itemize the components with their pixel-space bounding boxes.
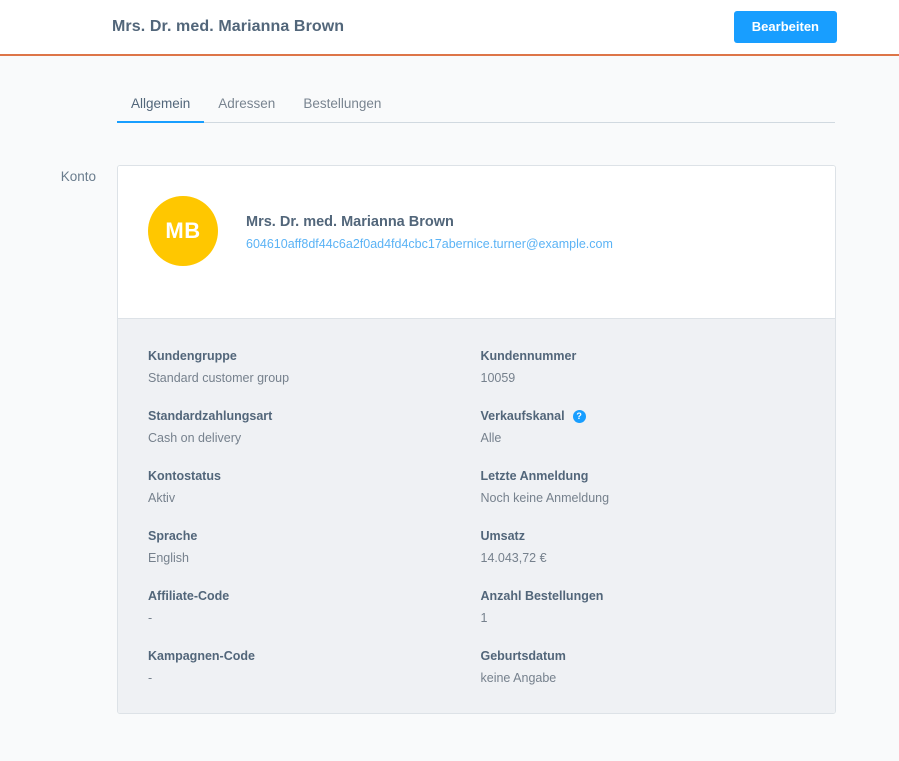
tab-bar: Allgemein Adressen Bestellungen <box>117 96 835 123</box>
customer-name: Mrs. Dr. med. Marianna Brown <box>246 214 454 230</box>
field-letzte-anmeldung: Letzte Anmeldung Noch keine Anmeldung <box>481 469 806 529</box>
customer-email-link[interactable]: 604610aff8df44c6a2f0ad4fd4cbc17abernice.… <box>246 237 613 251</box>
tab-adressen[interactable]: Adressen <box>204 96 289 122</box>
page-header: Mrs. Dr. med. Marianna Brown Bearbeiten <box>0 0 899 56</box>
tab-bestellungen[interactable]: Bestellungen <box>289 96 395 122</box>
field-anzahl-bestellungen: Anzahl Bestellungen 1 <box>481 589 806 649</box>
account-details-grid: Kundengruppe Standard customer group Kun… <box>118 319 835 713</box>
tabs-container: Allgemein Adressen Bestellungen <box>0 56 899 123</box>
field-value-kampagnen-code: - <box>148 671 153 685</box>
field-label-affiliate-code: Affiliate-Code <box>148 589 230 603</box>
section-label-konto: Konto <box>60 169 96 184</box>
field-label-geburtsdatum: Geburtsdatum <box>480 649 566 663</box>
field-label-kundennummer: Kundennummer <box>480 349 577 363</box>
field-value-affiliate-code: - <box>148 611 153 625</box>
account-section: Konto MB Mrs. Dr. med. Marianna Brown 60… <box>0 123 899 714</box>
field-label-kontostatus: Kontostatus <box>148 469 221 483</box>
edit-button[interactable]: Bearbeiten <box>733 11 837 43</box>
field-label-standardzahlungsart: Standardzahlungsart <box>148 409 273 423</box>
field-kundennummer: Kundennummer 10059 <box>481 349 806 409</box>
account-card-header: MB Mrs. Dr. med. Marianna Brown 604610af… <box>118 166 835 319</box>
field-value-standardzahlungsart: Cash on delivery <box>148 431 242 445</box>
account-card: MB Mrs. Dr. med. Marianna Brown 604610af… <box>117 165 836 714</box>
field-value-verkaufskanal: Alle <box>480 431 502 445</box>
field-label-anzahl-bestellungen: Anzahl Bestellungen <box>480 589 604 603</box>
field-standardzahlungsart: Standardzahlungsart Cash on delivery <box>148 409 473 469</box>
field-verkaufskanal: Verkaufskanal ? Alle <box>481 409 806 469</box>
tab-allgemein[interactable]: Allgemein <box>117 96 205 123</box>
field-kundengruppe: Kundengruppe Standard customer group <box>148 349 473 409</box>
field-affiliate-code: Affiliate-Code - <box>148 589 473 649</box>
field-sprache: Sprache English <box>148 529 473 589</box>
field-umsatz: Umsatz 14.043,72 € <box>481 529 806 589</box>
field-label-verkaufskanal-text: Verkaufskanal <box>480 409 565 423</box>
page-title: Mrs. Dr. med. Marianna Brown <box>112 18 345 35</box>
field-label-verkaufskanal: Verkaufskanal ? <box>481 409 806 423</box>
field-kampagnen-code: Kampagnen-Code - <box>148 649 473 685</box>
field-value-sprache: English <box>148 551 189 565</box>
field-label-umsatz: Umsatz <box>480 529 525 543</box>
field-geburtsdatum: Geburtsdatum keine Angabe <box>481 649 806 685</box>
field-value-kontostatus: Aktiv <box>148 491 176 505</box>
field-value-kundennummer: 10059 <box>480 371 516 385</box>
field-value-umsatz: 14.043,72 € <box>480 551 547 565</box>
field-kontostatus: Kontostatus Aktiv <box>148 469 473 529</box>
header-actions: Bearbeiten <box>733 11 837 43</box>
field-value-kundengruppe: Standard customer group <box>148 371 290 385</box>
help-icon[interactable]: ? <box>572 409 586 423</box>
avatar: MB <box>148 196 218 266</box>
customer-identity: Mrs. Dr. med. Marianna Brown 604610aff8d… <box>246 196 613 253</box>
field-value-anzahl-bestellungen: 1 <box>480 611 488 625</box>
field-label-letzte-anmeldung: Letzte Anmeldung <box>480 469 589 483</box>
field-label-sprache: Sprache <box>148 529 198 543</box>
field-label-kundengruppe: Kundengruppe <box>148 349 237 363</box>
field-value-letzte-anmeldung: Noch keine Anmeldung <box>480 491 610 505</box>
field-label-kampagnen-code: Kampagnen-Code <box>148 649 255 663</box>
field-value-geburtsdatum: keine Angabe <box>480 671 557 685</box>
